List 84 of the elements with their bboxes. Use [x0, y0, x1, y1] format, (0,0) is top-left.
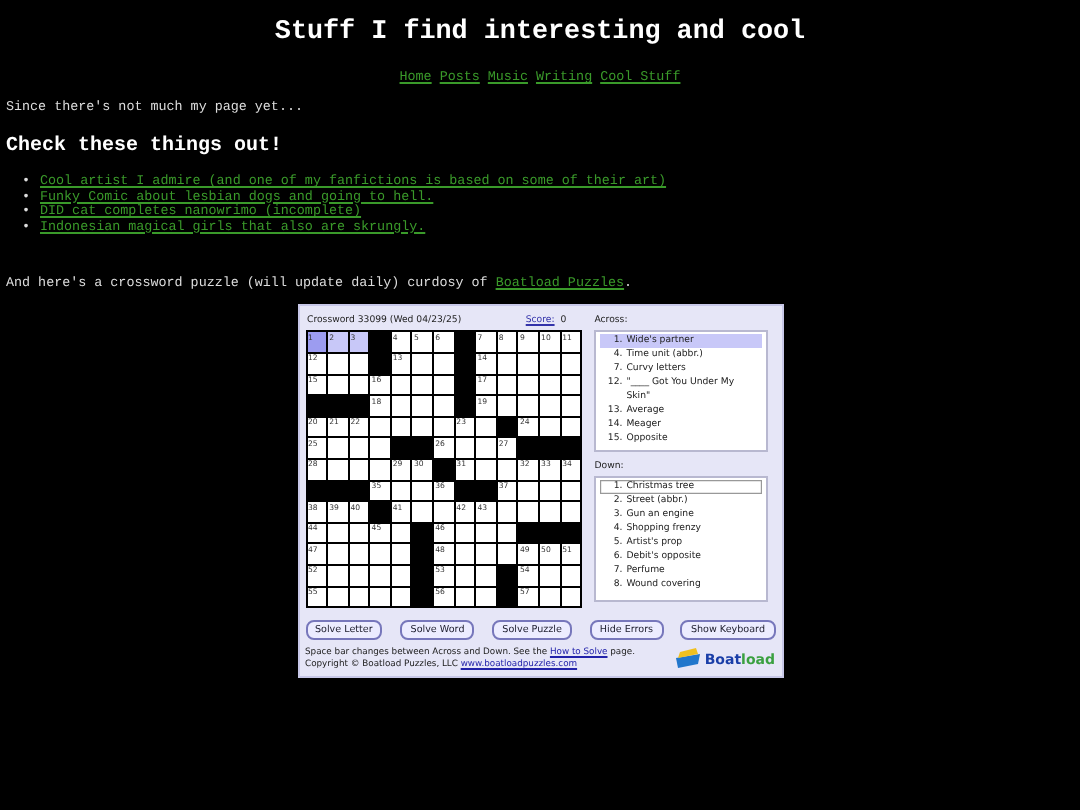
grid-cell[interactable]	[540, 353, 560, 374]
grid-cell[interactable]	[540, 587, 560, 607]
grid-cell[interactable]	[328, 523, 348, 543]
grid-cell[interactable]	[561, 375, 581, 395]
grid-cell[interactable]	[349, 438, 369, 458]
grid-cell[interactable]	[518, 375, 539, 395]
grid-cell[interactable]	[370, 417, 390, 437]
grid-cell[interactable]	[476, 565, 496, 585]
grid-cell[interactable]	[328, 375, 348, 395]
grid-cell[interactable]	[328, 587, 348, 607]
grid-cell[interactable]	[349, 353, 369, 374]
grid-cell[interactable]	[497, 375, 517, 395]
grid-cell[interactable]	[497, 459, 517, 480]
grid-cell[interactable]	[561, 565, 581, 585]
grid-cell[interactable]	[370, 587, 390, 607]
grid-cell[interactable]	[391, 375, 411, 395]
grid-cell[interactable]	[391, 481, 411, 501]
grid-cell[interactable]	[476, 438, 496, 458]
grid-cell[interactable]	[434, 417, 454, 437]
grid-cell[interactable]	[476, 587, 496, 607]
grid-cell[interactable]	[497, 502, 517, 522]
grid-cell[interactable]	[391, 544, 411, 564]
grid-cell[interactable]	[455, 587, 475, 607]
grid-cell[interactable]	[328, 565, 348, 585]
grid-cell[interactable]	[455, 544, 475, 564]
grid-cell[interactable]	[391, 523, 411, 543]
grid-cell[interactable]	[518, 481, 539, 501]
grid-cell[interactable]	[412, 481, 433, 501]
grid-cell[interactable]	[518, 353, 539, 374]
grid-cell[interactable]	[476, 544, 496, 564]
grid-cell[interactable]	[540, 417, 560, 437]
grid-cell[interactable]	[349, 544, 369, 564]
grid-cell[interactable]	[349, 375, 369, 395]
grid-cell[interactable]	[349, 523, 369, 543]
grid-cell[interactable]	[349, 565, 369, 585]
grid-cell[interactable]	[540, 502, 560, 522]
grid-cell[interactable]	[540, 396, 560, 416]
page-title: Stuff I find interesting and cool	[272, 18, 808, 48]
grid-cell[interactable]	[434, 396, 454, 416]
grid-cell[interactable]	[540, 565, 560, 585]
grid-cell[interactable]	[391, 565, 411, 585]
grid-cell[interactable]	[434, 353, 454, 374]
grid-cell[interactable]	[434, 502, 454, 522]
grid-cell[interactable]	[540, 481, 560, 501]
grid-cell[interactable]	[370, 459, 390, 480]
grid-cell[interactable]	[370, 438, 390, 458]
grid-cell[interactable]	[328, 353, 348, 374]
grid-cell[interactable]	[412, 353, 433, 374]
grid-cell[interactable]	[328, 544, 348, 564]
grid-cell[interactable]	[497, 353, 517, 374]
grid-cell[interactable]	[476, 459, 496, 480]
grid-cell[interactable]	[497, 544, 517, 564]
grid-cell[interactable]	[561, 396, 581, 416]
boat-icon	[674, 648, 703, 671]
grid-cell[interactable]	[518, 396, 539, 416]
grid-cell[interactable]	[412, 502, 433, 522]
grid-cell[interactable]	[561, 481, 581, 501]
grid-cell[interactable]	[370, 544, 390, 564]
grid-cell[interactable]	[370, 565, 390, 585]
grid-cell[interactable]	[540, 375, 560, 395]
grid-cell[interactable]	[476, 417, 496, 437]
grid-cell[interactable]	[391, 396, 411, 416]
grid-cell[interactable]	[518, 502, 539, 522]
grid-cell[interactable]	[455, 438, 475, 458]
grid-cell[interactable]	[476, 523, 496, 543]
grid-cell[interactable]	[455, 565, 475, 585]
grid-cell[interactable]	[455, 523, 475, 543]
grid-cell[interactable]	[412, 396, 433, 416]
grid-cell[interactable]	[561, 417, 581, 437]
grid-cell[interactable]	[349, 459, 369, 480]
grid-cell[interactable]	[391, 417, 411, 437]
grid-cell[interactable]	[328, 438, 348, 458]
grid-cell[interactable]	[561, 502, 581, 522]
grid-cell[interactable]	[328, 459, 348, 480]
grid-cell[interactable]	[391, 587, 411, 607]
grid-cell[interactable]	[561, 353, 581, 374]
grid-cell[interactable]	[497, 396, 517, 416]
grid-cell[interactable]	[349, 587, 369, 607]
grid-cell[interactable]	[412, 417, 433, 437]
section-heading: Check these things out!	[6, 136, 285, 158]
grid-cell[interactable]	[412, 375, 433, 395]
grid-cell[interactable]	[497, 523, 517, 543]
grid-cell[interactable]	[434, 375, 454, 395]
grid-cell[interactable]	[561, 587, 581, 607]
